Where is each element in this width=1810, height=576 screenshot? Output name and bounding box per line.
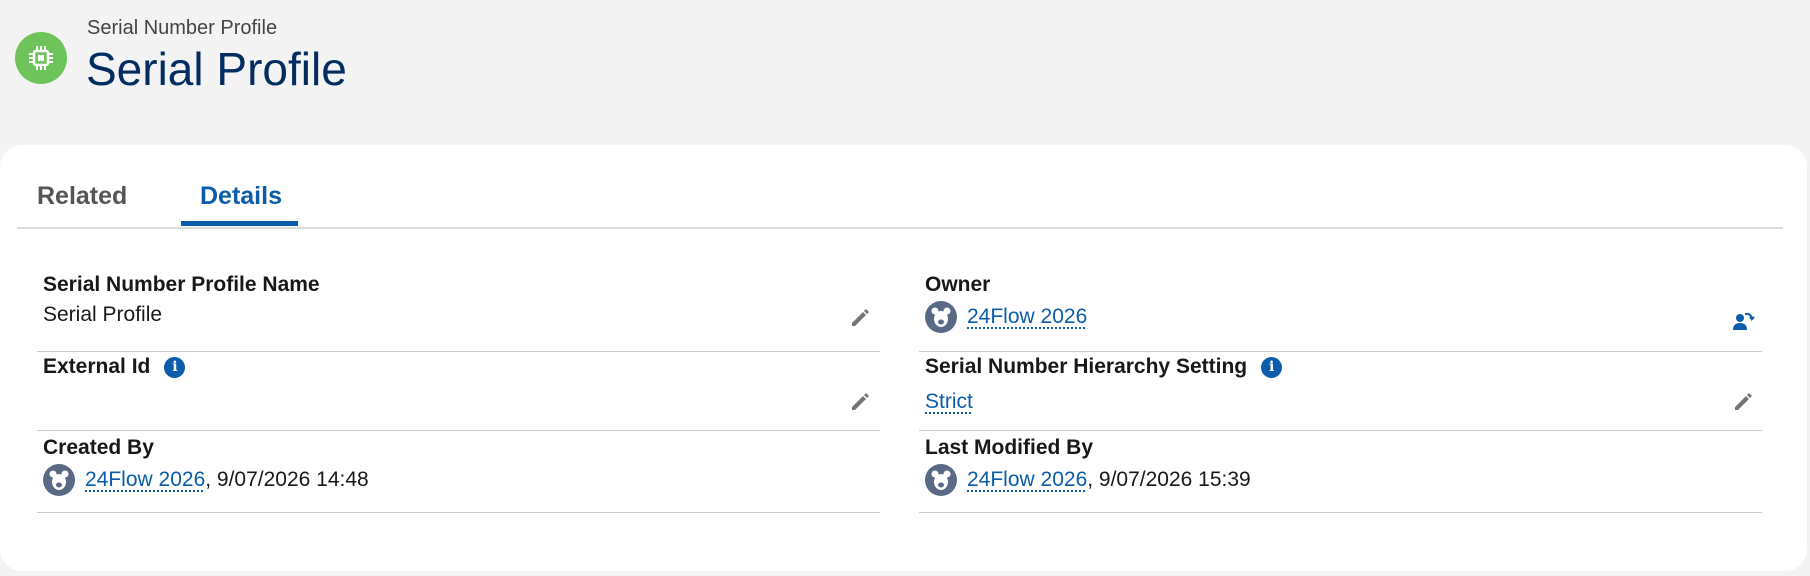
field-label: Created By (43, 436, 154, 459)
page-title: Serial Profile (86, 43, 347, 95)
created-date: , 9/07/2026 14:48 (205, 468, 369, 491)
tab-details[interactable]: Details (200, 182, 282, 211)
edit-pencil-icon[interactable] (847, 389, 873, 415)
last-modified-user-link[interactable]: 24Flow 2026 (967, 468, 1087, 492)
field-label: Serial Number Profile Name (43, 273, 320, 296)
object-type-label: Serial Number Profile (87, 17, 278, 39)
field-serial-number-hierarchy-setting: Serial Number Hierarchy Setting i Strict (919, 355, 1762, 431)
page-header: Serial Number Profile Serial Profile (0, 0, 1810, 145)
info-icon[interactable]: i (164, 356, 186, 378)
field-owner: Owner 24Flow 2026 (919, 273, 1762, 352)
edit-pencil-icon[interactable] (847, 305, 873, 331)
change-owner-icon[interactable] (1730, 308, 1756, 334)
field-last-modified-by: Last Modified By 24Flow 2026 , 9/07/2026… (919, 436, 1762, 513)
field-label: External Id (43, 355, 151, 378)
info-icon[interactable]: i (1261, 356, 1283, 378)
chip-icon (15, 32, 67, 84)
field-value: Serial Profile (43, 303, 163, 326)
active-tab-indicator (181, 221, 298, 226)
tab-related[interactable]: Related (37, 182, 127, 211)
owner-link[interactable]: 24Flow 2026 (967, 305, 1087, 329)
created-by-user-link[interactable]: 24Flow 2026 (85, 468, 205, 492)
field-serial-number-profile-name: Serial Number Profile Name Serial Profil… (37, 273, 880, 352)
details-card: Related Details Serial Number Profile Na… (0, 145, 1807, 571)
user-avatar-icon (925, 301, 957, 333)
user-avatar-icon (43, 464, 75, 496)
edit-pencil-icon[interactable] (1730, 389, 1756, 415)
field-created-by: Created By 24Flow 2026 , 9/07/2026 14:48 (37, 436, 880, 513)
field-label: Last Modified By (925, 436, 1094, 459)
last-modified-date: , 9/07/2026 15:39 (1087, 468, 1251, 491)
field-label: Owner (925, 273, 991, 296)
user-avatar-icon (925, 464, 957, 496)
field-label: Serial Number Hierarchy Setting (925, 355, 1248, 378)
field-external-id: External Id i (37, 355, 880, 431)
tab-bar: Related Details (17, 145, 1783, 229)
hierarchy-value-link[interactable]: Strict (925, 390, 973, 414)
